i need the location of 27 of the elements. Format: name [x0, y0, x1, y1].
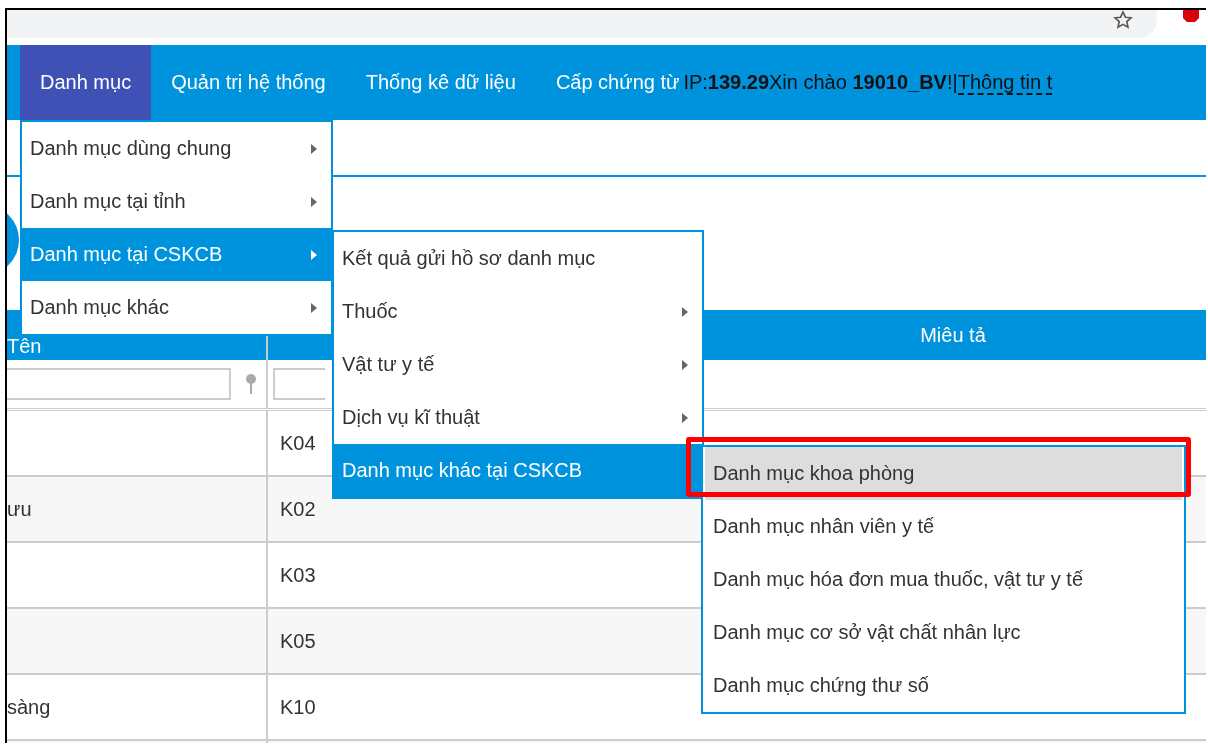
table-cell: K04 — [280, 431, 316, 455]
table-cell: sàng — [7, 695, 51, 719]
table-cell: K05 — [280, 629, 316, 653]
filter-field[interactable] — [7, 368, 231, 400]
extension-icon[interactable] — [1183, 10, 1199, 22]
account-link[interactable]: Thông tin t — [957, 71, 1053, 95]
menu-item[interactable]: Danh mục cơ sở vật chất nhân lực — [705, 606, 1182, 659]
menu-item[interactable]: Danh mục dùng chung — [22, 122, 331, 175]
menu-item[interactable]: Vật tư y tế — [334, 338, 702, 391]
menu-item[interactable]: Dịch vụ kĩ thuật — [334, 391, 702, 444]
pin-icon[interactable] — [245, 373, 257, 395]
menu-item[interactable]: Danh mục chứng thư số — [705, 659, 1182, 712]
table-cell: K10 — [280, 695, 316, 719]
column-header: Miêu tả — [919, 322, 987, 348]
table-cell: K03 — [280, 563, 316, 587]
menu-item[interactable]: Danh mục nhân viên y tế — [705, 500, 1182, 553]
menu-item[interactable]: Danh mục tại tỉnh — [22, 175, 331, 228]
star-icon[interactable] — [1113, 10, 1133, 30]
menu-item[interactable]: Kết quả gửi hồ sơ danh mục — [334, 232, 702, 285]
nav-item[interactable]: Danh mục — [20, 45, 152, 120]
menu-item[interactable]: Thuốc — [334, 285, 702, 338]
table-cell: ưu — [7, 497, 32, 521]
menu-item[interactable]: Danh mục khoa phòng — [705, 447, 1182, 500]
table-cell: K02 — [280, 497, 316, 521]
menu-item[interactable]: Danh mục hóa đơn mua thuốc, vật tư y tế — [705, 553, 1182, 606]
filter-field[interactable] — [273, 368, 325, 400]
user-info: IP:139.29Xin chào 19010_BV!|Thông tin t — [683, 71, 1053, 94]
